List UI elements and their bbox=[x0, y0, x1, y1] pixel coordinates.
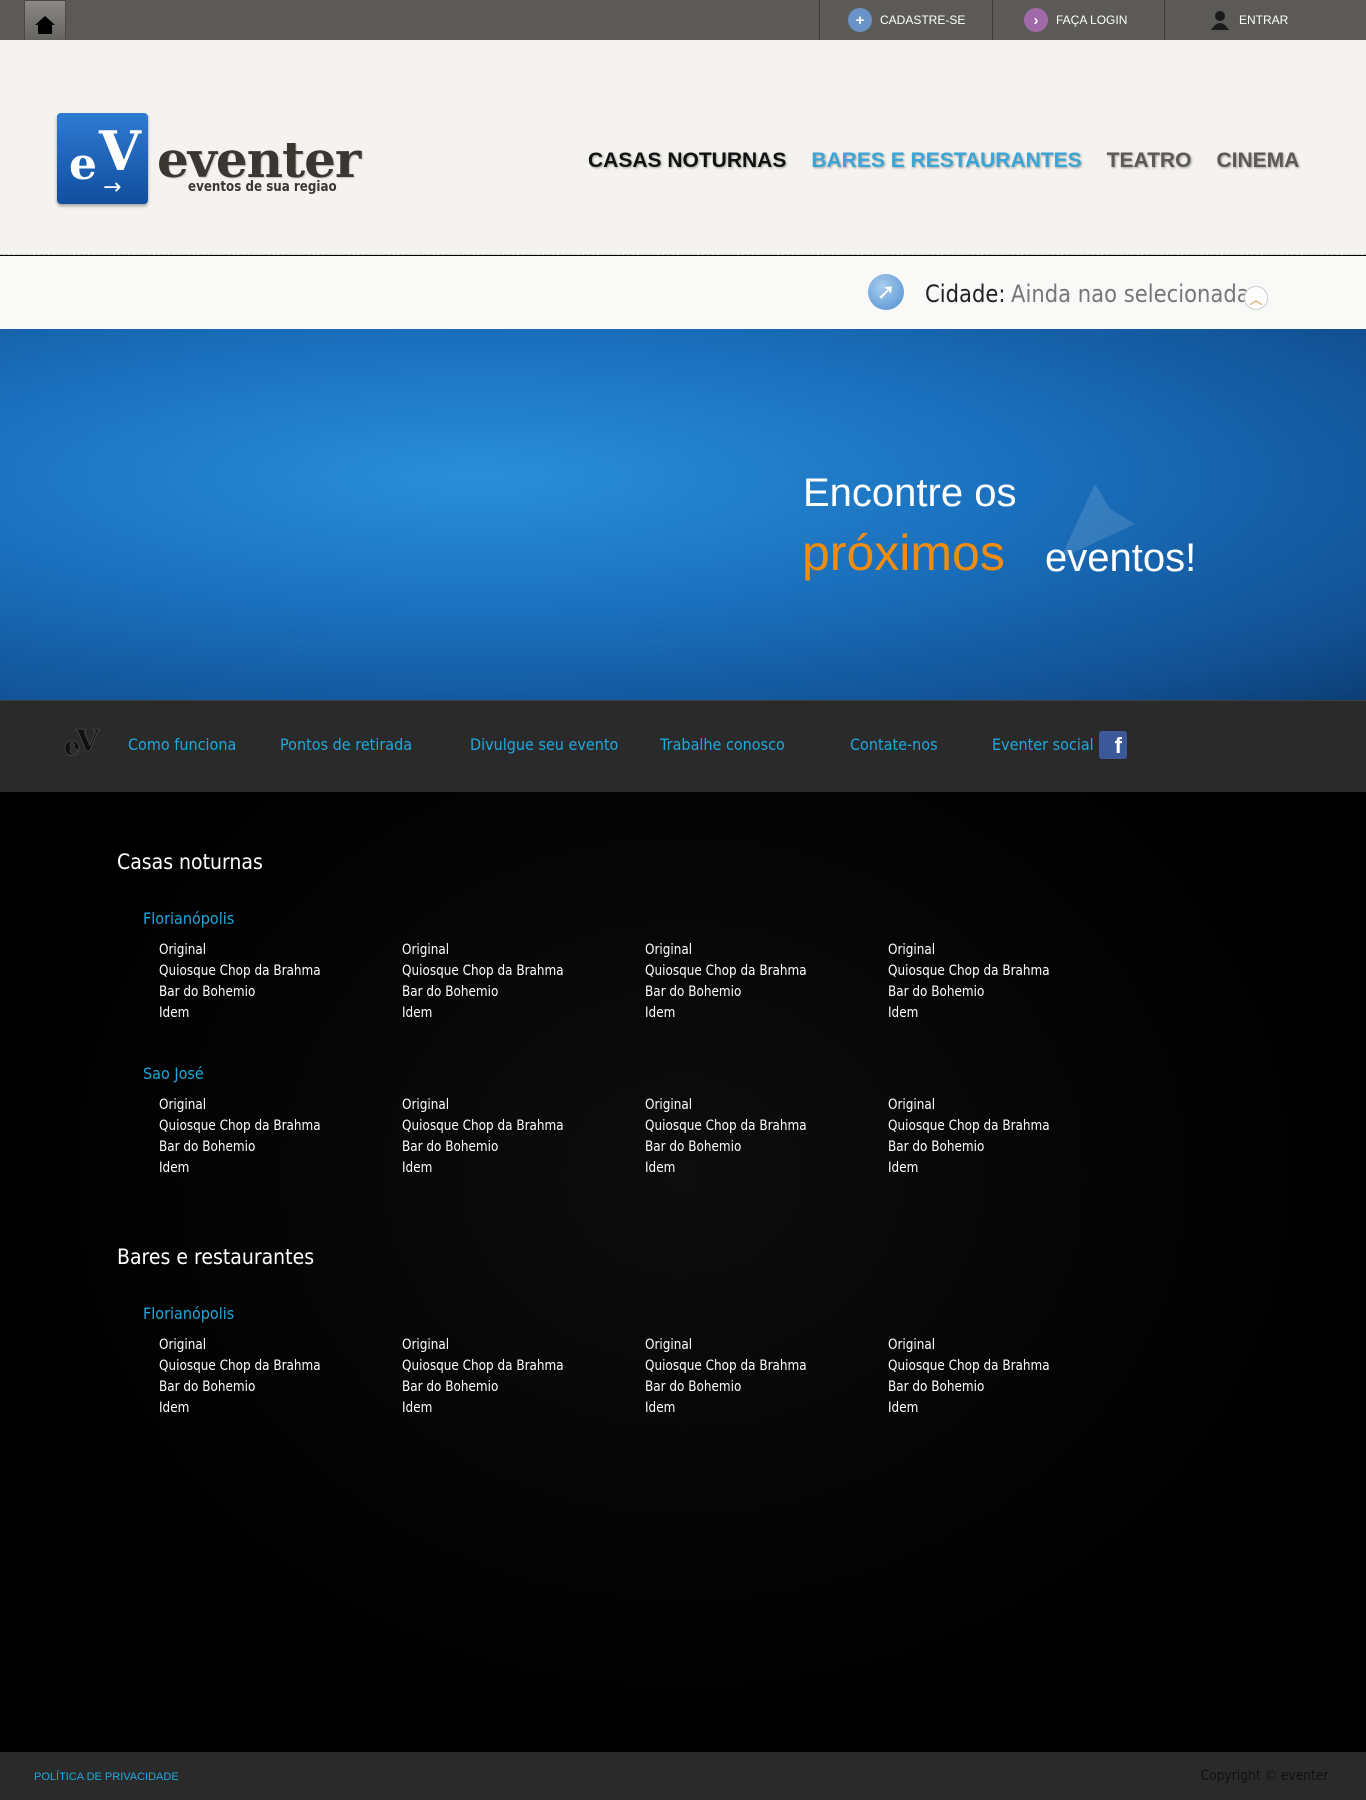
venue-item[interactable]: Idem bbox=[402, 1158, 611, 1179]
banner-tail: eventos! bbox=[1045, 536, 1197, 580]
venue-grid: Original Quiosque Chop da Brahma Bar do … bbox=[159, 1095, 1131, 1179]
site-footer: POLÍTICA DE PRIVACIDADE Copyright © even… bbox=[0, 1752, 1366, 1800]
venue-item[interactable]: Bar do Bohemio bbox=[159, 1137, 368, 1158]
enter-label: ENTRAR bbox=[1239, 13, 1289, 27]
venue-item[interactable]: Original bbox=[888, 1335, 1097, 1356]
venue-item[interactable]: Original bbox=[645, 1095, 854, 1116]
venue-item[interactable]: Quiosque Chop da Brahma bbox=[888, 1356, 1097, 1377]
venue-item[interactable]: Original bbox=[402, 940, 611, 961]
section-title: Casas noturnas bbox=[117, 850, 263, 874]
venue-item[interactable]: Bar do Bohemio bbox=[645, 1377, 854, 1398]
venue-item[interactable]: Bar do Bohemio bbox=[402, 982, 611, 1003]
logo-icon[interactable]: e V → bbox=[57, 113, 148, 204]
hero-banner: Encontre os próximos eventos! bbox=[0, 329, 1366, 700]
venue-item[interactable]: Idem bbox=[402, 1398, 611, 1419]
venue-item[interactable]: Quiosque Chop da Brahma bbox=[159, 1356, 368, 1377]
login-link[interactable]: › FAÇA LOGIN bbox=[992, 0, 1164, 40]
venue-item[interactable]: Idem bbox=[159, 1398, 368, 1419]
venue-item[interactable]: Original bbox=[402, 1335, 611, 1356]
banner-highlight: próximos bbox=[802, 525, 1005, 581]
venue-item[interactable]: Idem bbox=[159, 1003, 368, 1024]
venue-item[interactable]: Quiosque Chop da Brahma bbox=[402, 1116, 611, 1137]
subnav-contate-nos[interactable]: Contate-nos bbox=[850, 735, 938, 754]
main-nav: CASAS NOTURNAS BARES E RESTAURANTES TEAT… bbox=[588, 149, 1324, 173]
venue-item[interactable]: Idem bbox=[645, 1158, 854, 1179]
eventer-mini-logo-icon: e V bbox=[64, 725, 101, 762]
nav-casas-noturnas[interactable]: CASAS NOTURNAS bbox=[588, 149, 786, 173]
svg-text:V: V bbox=[75, 725, 100, 759]
banner-headline: Encontre os bbox=[803, 471, 1017, 515]
venue-item[interactable]: Quiosque Chop da Brahma bbox=[645, 961, 854, 982]
venue-item[interactable]: Quiosque Chop da Brahma bbox=[888, 961, 1097, 982]
venue-item[interactable]: Idem bbox=[888, 1003, 1097, 1024]
venue-item[interactable]: Original bbox=[888, 1095, 1097, 1116]
venue-item[interactable]: Bar do Bohemio bbox=[402, 1377, 611, 1398]
top-bar: + CADASTRE-SE › FAÇA LOGIN ENTRAR bbox=[0, 0, 1366, 50]
venue-item[interactable]: Quiosque Chop da Brahma bbox=[402, 1356, 611, 1377]
register-label: CADASTRE-SE bbox=[880, 13, 966, 27]
venue-item[interactable]: Bar do Bohemio bbox=[645, 1137, 854, 1158]
venue-grid: Original Quiosque Chop da Brahma Bar do … bbox=[159, 1335, 1131, 1419]
logo-tagline: eventos de sua regiao bbox=[188, 179, 337, 195]
venue-item[interactable]: Idem bbox=[888, 1398, 1097, 1419]
chevron-right-icon: › bbox=[1024, 8, 1048, 32]
plus-icon: + bbox=[848, 8, 872, 32]
city-label: Cidade: bbox=[925, 280, 1006, 308]
venue-item[interactable]: Original bbox=[645, 940, 854, 961]
city-selector-bar: ➚ Cidade: Ainda nao selecionada bbox=[0, 256, 1366, 329]
venue-item[interactable]: Quiosque Chop da Brahma bbox=[402, 961, 611, 982]
venue-item[interactable]: Original bbox=[402, 1095, 611, 1116]
enter-link[interactable]: ENTRAR bbox=[1164, 0, 1366, 40]
venue-item[interactable]: Original bbox=[888, 940, 1097, 961]
subnav-como-funciona[interactable]: Como funciona bbox=[128, 735, 236, 754]
venue-item[interactable]: Original bbox=[159, 940, 368, 961]
nav-cinema[interactable]: CINEMA bbox=[1216, 149, 1299, 173]
subnav-pontos-retirada[interactable]: Pontos de retirada bbox=[280, 735, 412, 754]
venue-listing: Casas noturnas Florianópolis Original Qu… bbox=[0, 792, 1366, 1752]
venue-item[interactable]: Idem bbox=[402, 1003, 611, 1024]
site-header: e V → eventer eventos de sua regiao CASAS … bbox=[0, 40, 1366, 255]
privacy-policy-link[interactable]: POLÍTICA DE PRIVACIDADE bbox=[34, 1771, 179, 1783]
venue-item[interactable]: Original bbox=[159, 1335, 368, 1356]
venue-item[interactable]: Original bbox=[159, 1095, 368, 1116]
venue-grid: Original Quiosque Chop da Brahma Bar do … bbox=[159, 940, 1131, 1024]
venue-item[interactable]: Idem bbox=[645, 1398, 854, 1419]
venue-item[interactable]: Bar do Bohemio bbox=[159, 982, 368, 1003]
home-icon bbox=[35, 16, 55, 34]
venue-item[interactable]: Quiosque Chop da Brahma bbox=[159, 1116, 368, 1137]
venue-item[interactable]: Idem bbox=[888, 1158, 1097, 1179]
city-heading[interactable]: Florianópolis bbox=[143, 909, 234, 928]
register-link[interactable]: + CADASTRE-SE bbox=[819, 0, 992, 40]
venue-item[interactable]: Quiosque Chop da Brahma bbox=[888, 1116, 1097, 1137]
copyright-text: Copyright © eventer bbox=[1200, 1768, 1329, 1784]
venue-item[interactable]: Bar do Bohemio bbox=[402, 1137, 611, 1158]
secondary-nav: e V Como funciona Pontos de retirada Div… bbox=[0, 700, 1366, 792]
facebook-icon[interactable]: f bbox=[1099, 731, 1127, 759]
nav-teatro[interactable]: TEATRO bbox=[1107, 149, 1192, 173]
venue-item[interactable]: Quiosque Chop da Brahma bbox=[645, 1356, 854, 1377]
city-value[interactable]: Ainda nao selecionada bbox=[1011, 280, 1250, 308]
city-heading[interactable]: Florianópolis bbox=[143, 1304, 234, 1323]
subnav-eventer-social[interactable]: Eventer social bbox=[992, 735, 1094, 754]
subnav-trabalhe-conosco[interactable]: Trabalhe conosco bbox=[660, 735, 785, 754]
venue-item[interactable]: Idem bbox=[159, 1158, 368, 1179]
venue-item[interactable]: Bar do Bohemio bbox=[645, 982, 854, 1003]
venue-item[interactable]: Bar do Bohemio bbox=[888, 1377, 1097, 1398]
subnav-divulgue-evento[interactable]: Divulgue seu evento bbox=[470, 735, 618, 754]
login-label: FAÇA LOGIN bbox=[1056, 13, 1128, 27]
section-title: Bares e restaurantes bbox=[117, 1245, 315, 1269]
venue-item[interactable]: Bar do Bohemio bbox=[159, 1377, 368, 1398]
venue-item[interactable]: Idem bbox=[645, 1003, 854, 1024]
user-icon bbox=[1209, 8, 1231, 32]
city-heading[interactable]: Sao José bbox=[143, 1064, 204, 1083]
venue-item[interactable]: Original bbox=[645, 1335, 854, 1356]
location-arrow-icon: ➚ bbox=[868, 274, 904, 310]
venue-item[interactable]: Bar do Bohemio bbox=[888, 1137, 1097, 1158]
venue-item[interactable]: Bar do Bohemio bbox=[888, 982, 1097, 1003]
chevron-up-icon[interactable]: ︿ bbox=[1244, 286, 1268, 310]
nav-bares-restaurantes[interactable]: BARES E RESTAURANTES bbox=[811, 149, 1081, 173]
venue-item[interactable]: Quiosque Chop da Brahma bbox=[645, 1116, 854, 1137]
venue-item[interactable]: Quiosque Chop da Brahma bbox=[159, 961, 368, 982]
